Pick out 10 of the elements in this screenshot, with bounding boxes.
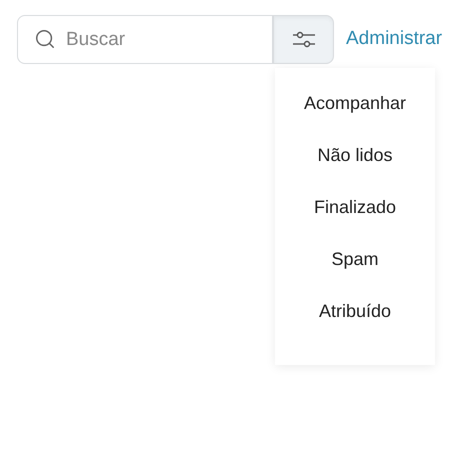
search-field[interactable]: Buscar bbox=[17, 15, 273, 64]
menu-item[interactable]: Spam bbox=[275, 233, 435, 285]
menu-item[interactable]: Não lidos bbox=[275, 129, 435, 181]
menu-item[interactable]: Atribuído bbox=[275, 285, 435, 337]
menu-item[interactable]: Acompanhar bbox=[275, 77, 435, 129]
menu-item[interactable]: Finalizado bbox=[275, 181, 435, 233]
filter-button[interactable] bbox=[273, 15, 334, 64]
search-icon bbox=[34, 28, 56, 50]
sliders-icon bbox=[292, 30, 316, 50]
manage-link[interactable]: Administrar bbox=[346, 25, 442, 54]
